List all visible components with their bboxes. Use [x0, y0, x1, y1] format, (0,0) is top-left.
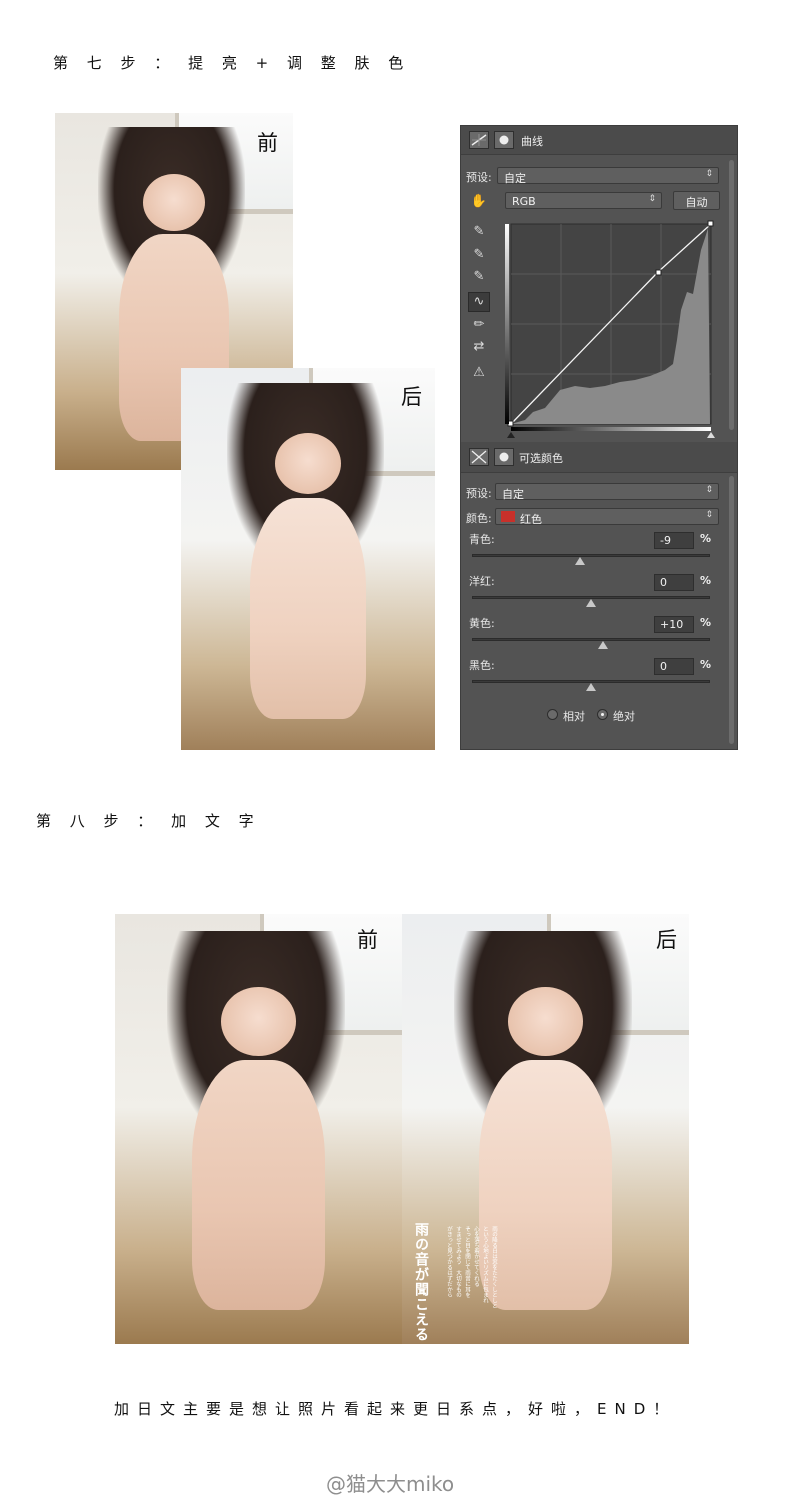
curves-icon — [469, 131, 489, 149]
select-arrow-icon: ⇕ — [648, 194, 656, 204]
curves-scrollbar[interactable] — [729, 160, 734, 430]
step8-title: 第 八 步 ： 加 文 字 — [36, 812, 261, 830]
relative-radio[interactable] — [547, 709, 558, 720]
channel-select[interactable]: RGB ⇕ — [505, 192, 662, 209]
watermark: @猫大大miko — [326, 1472, 455, 1496]
sc-scrollbar[interactable] — [729, 476, 734, 744]
absolute-label: 绝对 — [613, 710, 635, 723]
sc-color-select[interactable]: 红色 ⇕ — [495, 508, 719, 526]
slider-label: 黑色: — [469, 659, 495, 672]
after-photo-step8: 后 雨の音が聞こえる 雨の降る日は窓をたたくしとしと という心地よいリズムに包まれ… — [402, 914, 689, 1344]
curve-point[interactable] — [707, 220, 714, 227]
white-point-eyedropper-icon[interactable]: ✎ — [469, 268, 489, 286]
curves-preset-select[interactable]: 自定 ⇕ — [497, 167, 719, 185]
curves-preset-value: 自定 — [504, 172, 526, 185]
before-label: 前 — [257, 131, 278, 155]
adjustments-panel: 曲线 预设: 自定 ⇕ ✋ RGB ⇕ 自动 ✎ ✎ ✎ ∿ ✏ ⇄ ⚠ 可选颜… — [460, 125, 738, 750]
red-swatch — [501, 511, 515, 522]
target-adjust-hand-icon[interactable]: ✋ — [469, 193, 489, 211]
jp-body: 雨の降る日は窓をたたくしとしと という心地よいリズムに包まれ 心を落ち着かせてくれる… — [442, 1226, 498, 1336]
auto-button[interactable]: 自动 — [673, 191, 720, 210]
curves-header: 曲线 — [461, 126, 737, 155]
black-point-eyedropper-icon[interactable]: ✎ — [469, 223, 489, 241]
sc-preset-value: 自定 — [502, 488, 524, 501]
jp-body-line: という心地よいリズムに包まれ — [482, 1226, 488, 1303]
white-input-slider[interactable] — [707, 432, 715, 438]
selective-color-icon — [469, 448, 489, 466]
curve-edit-icon[interactable]: ∿ — [468, 292, 490, 312]
gray-point-eyedropper-icon[interactable]: ✎ — [469, 246, 489, 264]
slider-thumb[interactable] — [586, 683, 596, 691]
after-label: 后 — [401, 385, 422, 409]
before-photo-step8: 前 — [115, 914, 402, 1344]
mask-icon[interactable] — [494, 131, 514, 149]
absolute-radio[interactable] — [597, 709, 608, 720]
select-arrow-icon: ⇕ — [705, 485, 713, 495]
slider-value-field[interactable]: 0 — [654, 574, 694, 591]
curves-title: 曲线 — [521, 135, 543, 148]
slider-value-field[interactable]: 0 — [654, 658, 694, 675]
after-photo-step7: 后 — [181, 368, 435, 750]
slider-thumb[interactable] — [597, 641, 608, 649]
step7-title: 第 七 步 ： 提 亮 + 调 整 肤 色 — [53, 54, 411, 72]
curves-preset-label: 预设: — [466, 171, 492, 184]
slider-track[interactable] — [472, 638, 710, 641]
jp-body-line: すませてみよう 大切なもの — [455, 1226, 461, 1298]
percent-unit: % — [700, 574, 712, 587]
channel-value: RGB — [512, 195, 536, 208]
jp-body-line: 雨の降る日は窓をたたくしとしと — [491, 1226, 497, 1309]
slider-thumb[interactable] — [575, 557, 586, 565]
pencil-icon[interactable]: ✏ — [469, 316, 489, 334]
after-label: 后 — [656, 928, 677, 952]
select-arrow-icon: ⇕ — [705, 510, 713, 520]
slider-label: 青色: — [469, 533, 495, 546]
mask-icon[interactable] — [494, 448, 514, 466]
slider-value-field[interactable]: -9 — [654, 532, 694, 549]
jp-body-line: そっと目を閉じて雨音に耳を — [464, 1226, 470, 1298]
black-input-slider[interactable] — [507, 432, 515, 438]
slider-value-field[interactable]: +10 — [654, 616, 694, 633]
curves-graph[interactable] — [505, 220, 715, 440]
clipping-warning-icon[interactable]: ⚠ — [469, 364, 489, 382]
relative-label: 相对 — [563, 710, 585, 723]
percent-unit: % — [700, 532, 712, 545]
slider-track[interactable] — [472, 554, 710, 557]
sc-color-label: 颜色: — [466, 512, 492, 525]
slider-thumb[interactable] — [586, 599, 596, 607]
caption: 加日文主要是想让照片看起来更日系点，好啦，END！ — [114, 1400, 677, 1418]
percent-unit: % — [700, 616, 712, 629]
curve-point[interactable] — [655, 269, 662, 276]
percent-unit: % — [700, 658, 712, 671]
jp-body-line: 心を落ち着かせてくれる — [473, 1226, 479, 1287]
smooth-icon[interactable]: ⇄ — [469, 338, 489, 356]
sc-preset-label: 预设: — [466, 487, 492, 500]
select-arrow-icon: ⇕ — [705, 169, 713, 179]
slider-label: 洋红: — [469, 575, 495, 588]
before-label: 前 — [357, 928, 378, 952]
selective-color-title: 可选颜色 — [519, 452, 563, 465]
sc-color-value: 红色 — [520, 513, 542, 526]
jp-body-line: がきっと見つかるはずだから — [446, 1226, 452, 1298]
sc-preset-select[interactable]: 自定 ⇕ — [495, 483, 719, 501]
jp-title: 雨の音が聞こえる — [413, 1222, 429, 1342]
slider-label: 黄色: — [469, 617, 495, 630]
selective-color-header: 可选颜色 — [461, 442, 737, 473]
